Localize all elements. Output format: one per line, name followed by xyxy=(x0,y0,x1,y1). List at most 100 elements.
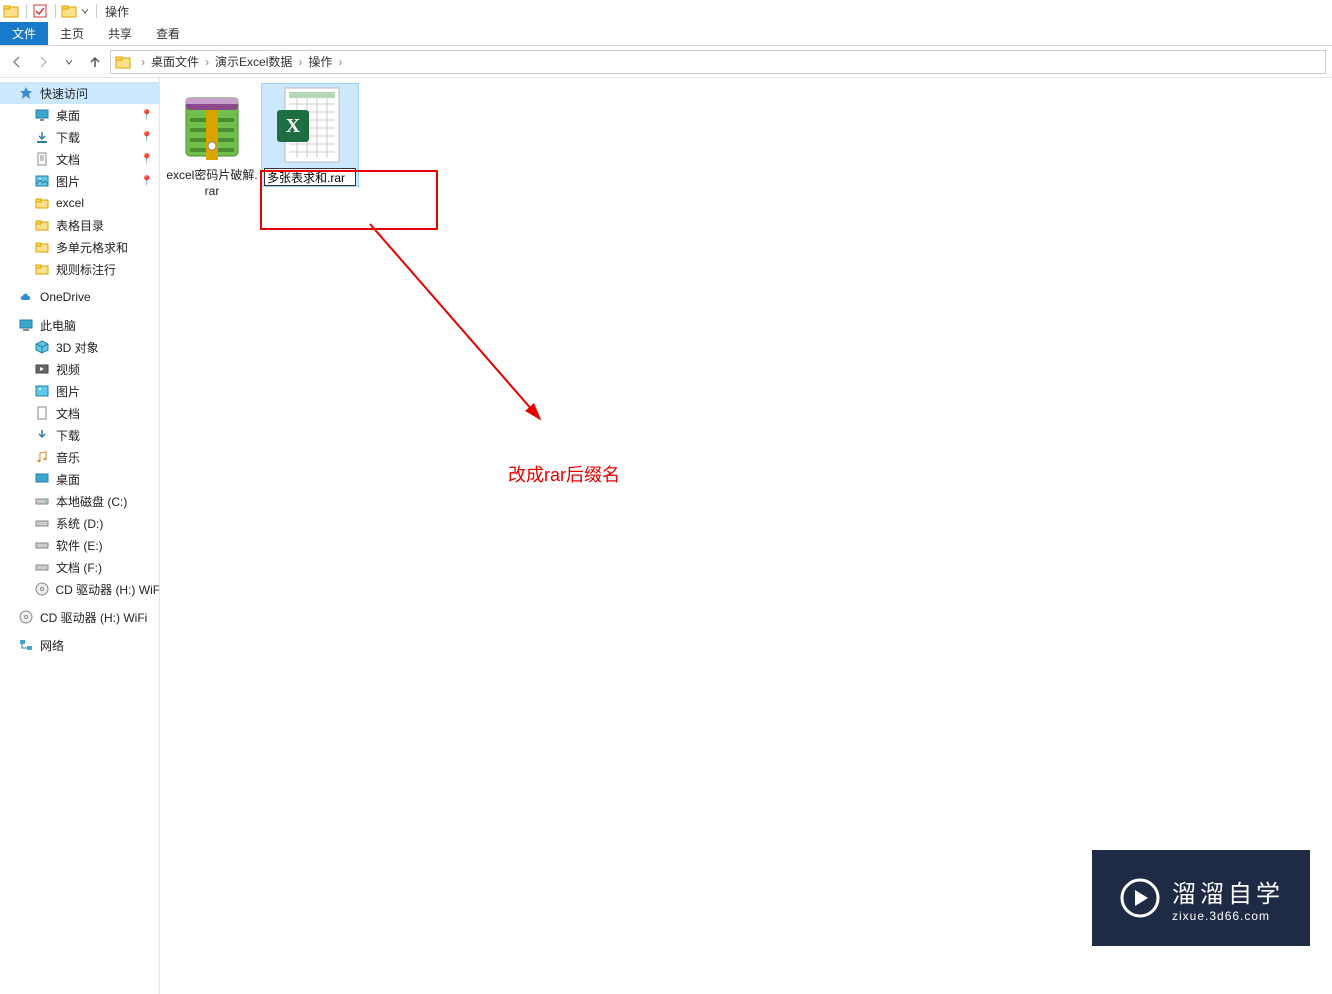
document-icon xyxy=(34,405,50,421)
sidebar-this-pc[interactable]: 此电脑 xyxy=(0,314,159,336)
sidebar-item-label: 下载 xyxy=(56,129,80,146)
sidebar-item-label: 桌面 xyxy=(56,471,80,488)
sidebar-item-label: 软件 (E:) xyxy=(56,537,103,554)
sidebar-item-3d-objects[interactable]: 3D 对象 xyxy=(0,336,159,358)
watermark-main: 溜溜自学 xyxy=(1172,874,1284,909)
sidebar-item-label: 图片 xyxy=(56,173,80,190)
chevron-right-icon[interactable]: › xyxy=(141,55,145,69)
sidebar-item-cd-drive[interactable]: CD 驱动器 (H:) WiFi xyxy=(0,578,159,600)
sidebar-item-downloads[interactable]: 下载 📍 xyxy=(0,126,159,148)
sidebar-item-folder[interactable]: 规则标注行 xyxy=(0,258,159,280)
sidebar-item-cd-drive-extra[interactable]: CD 驱动器 (H:) WiFi xyxy=(0,606,159,628)
chevron-right-icon[interactable]: › xyxy=(338,55,342,69)
navigation-bar: › 桌面文件 › 演示Excel数据 › 操作 › xyxy=(0,46,1332,78)
tab-share[interactable]: 共享 xyxy=(96,22,144,45)
pin-icon: 📍 xyxy=(141,132,153,143)
file-item-rar[interactable]: excel密码片破解.rar xyxy=(164,84,260,199)
sidebar-item-videos[interactable]: 视频 xyxy=(0,358,159,380)
sidebar-item-label: 图片 xyxy=(56,383,80,400)
up-button[interactable] xyxy=(84,51,106,73)
cloud-icon xyxy=(18,289,34,305)
pin-icon: 📍 xyxy=(141,176,153,187)
drive-icon xyxy=(34,515,50,531)
sidebar-item-label: 下载 xyxy=(56,427,80,444)
breadcrumb-segment[interactable]: 操作 xyxy=(306,53,334,70)
navigation-pane: 快速访问 桌面 📍 下载 📍 文档 📍 图片 📍 xyxy=(0,78,160,994)
desktop-icon xyxy=(34,471,50,487)
sidebar-quick-access[interactable]: 快速访问 xyxy=(0,82,159,104)
pin-icon: 📍 xyxy=(141,154,153,165)
file-item-xlsx-renaming[interactable]: X xyxy=(262,84,358,186)
sidebar-item-label: 快速访问 xyxy=(40,85,88,102)
sidebar-item-label: 系统 (D:) xyxy=(56,515,103,532)
sidebar-item-drive-d[interactable]: 系统 (D:) xyxy=(0,512,159,534)
sidebar-item-drive-c[interactable]: 本地磁盘 (C:) xyxy=(0,490,159,512)
annotation-arrow-icon xyxy=(370,224,570,434)
ribbon-tabs: 文件 主页 共享 查看 xyxy=(0,22,1332,46)
sidebar-item-label: CD 驱动器 (H:) WiFi xyxy=(55,581,159,598)
sidebar-item-pictures[interactable]: 图片 📍 xyxy=(0,170,159,192)
tab-file[interactable]: 文件 xyxy=(0,22,48,45)
sidebar-item-label: 文档 xyxy=(56,151,80,168)
sidebar-item-label: 3D 对象 xyxy=(56,339,99,356)
sidebar-network[interactable]: 网络 xyxy=(0,634,159,656)
document-icon xyxy=(34,151,50,167)
sidebar-item-desktop[interactable]: 桌面 xyxy=(0,468,159,490)
folder-icon xyxy=(34,261,50,277)
folder-small-icon xyxy=(2,2,20,20)
disc-icon xyxy=(34,581,49,597)
chevron-right-icon[interactable]: › xyxy=(298,55,302,69)
chevron-right-icon[interactable]: › xyxy=(205,55,209,69)
qat-check-icon[interactable] xyxy=(31,2,49,20)
sidebar-item-label: OneDrive xyxy=(40,290,91,304)
pictures-icon xyxy=(34,173,50,189)
sidebar-item-excel[interactable]: excel xyxy=(0,192,159,214)
sidebar-item-label: excel xyxy=(56,196,84,210)
sidebar-item-label: 多单元格求和 xyxy=(56,239,128,256)
sidebar-item-folder[interactable]: 多单元格求和 xyxy=(0,236,159,258)
sidebar-item-folder[interactable]: 表格目录 xyxy=(0,214,159,236)
sidebar-item-drive-f[interactable]: 文档 (F:) xyxy=(0,556,159,578)
rename-input[interactable] xyxy=(264,168,356,186)
sidebar-item-label: 文档 (F:) xyxy=(56,559,102,576)
breadcrumb-segment[interactable]: 演示Excel数据 xyxy=(213,53,294,70)
annotation-text: 改成rar后缀名 xyxy=(508,461,620,487)
separator xyxy=(96,4,97,18)
back-button[interactable] xyxy=(6,51,28,73)
excel-file-icon: X xyxy=(270,86,350,166)
qat-dropdown-icon[interactable] xyxy=(80,2,90,20)
forward-button[interactable] xyxy=(32,51,54,73)
svg-text:X: X xyxy=(286,115,301,137)
address-bar[interactable]: › 桌面文件 › 演示Excel数据 › 操作 › xyxy=(110,50,1326,74)
tab-home[interactable]: 主页 xyxy=(48,22,96,45)
drive-icon xyxy=(34,559,50,575)
pin-icon: 📍 xyxy=(141,110,153,121)
download-icon xyxy=(34,427,50,443)
title-bar: 操作 xyxy=(0,0,1332,22)
recent-dropdown[interactable] xyxy=(58,51,80,73)
sidebar-item-label: 此电脑 xyxy=(40,317,76,334)
watermark-logo: 溜溜自学 zixue.3d66.com xyxy=(1092,850,1310,946)
breadcrumb-segment[interactable]: 桌面文件 xyxy=(149,53,201,70)
network-icon xyxy=(18,637,34,653)
sidebar-item-label: 本地磁盘 (C:) xyxy=(56,493,127,510)
download-icon xyxy=(34,129,50,145)
separator xyxy=(26,4,27,18)
drive-icon xyxy=(34,493,50,509)
sidebar-item-desktop[interactable]: 桌面 📍 xyxy=(0,104,159,126)
tab-view[interactable]: 查看 xyxy=(144,22,192,45)
sidebar-item-label: 文档 xyxy=(56,405,80,422)
sidebar-item-pictures[interactable]: 图片 xyxy=(0,380,159,402)
sidebar-item-documents[interactable]: 文档 📍 xyxy=(0,148,159,170)
sidebar-item-downloads[interactable]: 下载 xyxy=(0,424,159,446)
sidebar-item-documents[interactable]: 文档 xyxy=(0,402,159,424)
sidebar-item-music[interactable]: 音乐 xyxy=(0,446,159,468)
sidebar-onedrive[interactable]: OneDrive xyxy=(0,286,159,308)
window-title: 操作 xyxy=(105,3,129,20)
music-icon xyxy=(34,449,50,465)
computer-icon xyxy=(18,317,34,333)
sidebar-item-label: 视频 xyxy=(56,361,80,378)
sidebar-item-label: 网络 xyxy=(40,637,64,654)
folder-icon xyxy=(34,195,50,211)
sidebar-item-drive-e[interactable]: 软件 (E:) xyxy=(0,534,159,556)
